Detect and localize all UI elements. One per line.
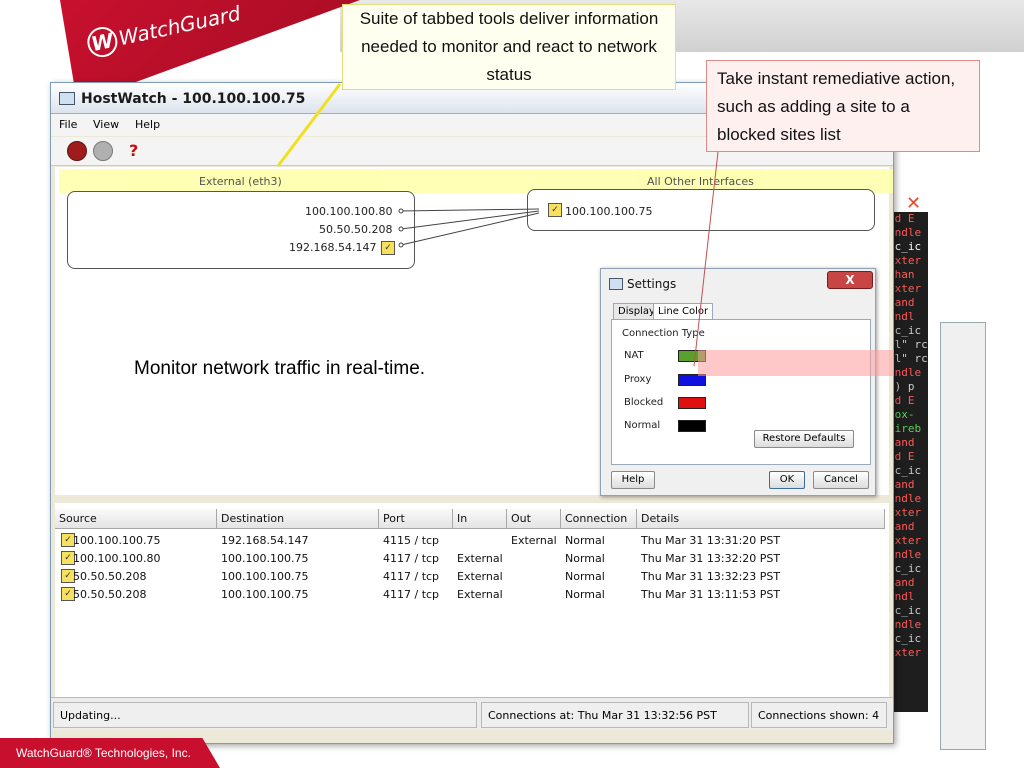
tabs-callout: Suite of tabbed tools deliver informatio…	[342, 4, 676, 90]
footer-copyright: WatchGuard® Technologies, Inc.	[16, 746, 191, 760]
monitor-caption: Monitor network traffic in real-time.	[134, 358, 426, 379]
remediation-callout: Take instant remediative action, such as…	[706, 60, 980, 152]
